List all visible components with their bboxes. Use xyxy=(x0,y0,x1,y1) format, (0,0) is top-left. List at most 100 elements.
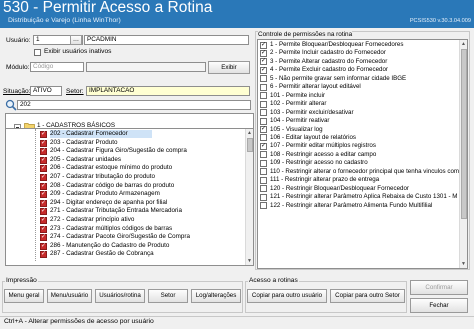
tree-item[interactable]: 209 - Cadastrar Produto Armazenagem xyxy=(6,190,246,198)
users-routine-button[interactable]: Usuários/rotina xyxy=(95,289,145,303)
permission-checkbox[interactable] xyxy=(260,134,267,142)
tree-item[interactable]: 208 - Cadastrar código de barras do prod… xyxy=(6,182,246,190)
permission-label: 4 - Permite Excluir cadastro do Forneced… xyxy=(270,66,388,74)
permission-label: 111 - Restringir alterar prazo de entreg… xyxy=(270,176,380,184)
routine-access-label: Acesso a rotinas xyxy=(248,277,299,284)
permission-checkbox[interactable] xyxy=(260,75,267,83)
scroll-thumb[interactable] xyxy=(247,138,253,152)
scroll-up-icon[interactable]: ▲ xyxy=(246,129,253,137)
tree-item-checkbox[interactable] xyxy=(40,139,47,147)
tree-item-checkbox[interactable] xyxy=(40,130,47,138)
close-button[interactable]: Fechar xyxy=(410,298,468,313)
tree-item-checkbox[interactable] xyxy=(40,147,47,155)
menu-user-button[interactable]: Menu/usuário xyxy=(47,289,92,303)
tree-item[interactable]: 206 - Cadastrar estoque mínimo do produt… xyxy=(6,164,246,173)
permission-checkbox[interactable] xyxy=(260,100,267,108)
permission-label: 104 - Permitir reativar xyxy=(270,117,330,125)
copy-to-sector-button[interactable]: Copiar para outro Setor xyxy=(330,289,405,303)
sector-field[interactable]: IMPLANTACAO xyxy=(86,86,250,96)
sector-button[interactable]: Setor xyxy=(148,289,188,303)
permission-checkbox[interactable] xyxy=(260,193,267,201)
permission-checkbox[interactable] xyxy=(260,41,267,49)
tree-item-label: 202 - Cadastrar Fornecedor xyxy=(50,130,152,139)
window-subtitle: Distribuição e Varejo (Linha WinThor) xyxy=(8,17,121,24)
permissions-list[interactable]: 1 - Permite Bloquear/Desbloquear Fornece… xyxy=(257,39,468,269)
scroll-down-icon[interactable]: ▼ xyxy=(246,257,253,265)
tree-item-checkbox[interactable] xyxy=(40,207,47,216)
sector-label-text: Setor: xyxy=(66,88,84,95)
tree-item-checkbox[interactable] xyxy=(40,233,47,241)
show-inactive-checkbox[interactable] xyxy=(34,49,41,56)
tree-item[interactable]: 294 - Digitar endereço de apanha por fil… xyxy=(6,199,246,207)
tree-item-checkbox[interactable] xyxy=(40,156,47,164)
permission-label: 6 - Permitir alterar layout editável xyxy=(270,83,361,91)
tree-item-checkbox[interactable] xyxy=(40,242,47,250)
tree-item-checkbox[interactable] xyxy=(40,173,47,181)
permission-checkbox[interactable] xyxy=(260,125,267,133)
permission-checkbox[interactable] xyxy=(260,92,267,100)
permission-checkbox[interactable] xyxy=(260,202,267,210)
user-lookup-button[interactable]: … xyxy=(70,35,82,45)
routine-tree[interactable]: 202 - Cadastrar Fornecedor203 - Cadastra… xyxy=(5,128,254,266)
tree-item[interactable]: 273 - Cadastrar múltiplos códigos de bar… xyxy=(6,225,246,233)
tree-item-checkbox[interactable] xyxy=(40,190,47,198)
tree-item[interactable]: 203 - Cadastrar Produto xyxy=(6,139,246,147)
perm-scroll-thumb[interactable] xyxy=(461,49,467,219)
menu-general-button[interactable]: Menu geral xyxy=(4,289,44,303)
situation-label-text: Situação: xyxy=(3,88,31,95)
permission-label: 109 - Restringir acesso no cadastro xyxy=(270,159,368,167)
tree-item-label: 209 - Cadastrar Produto Armazenagem xyxy=(50,190,160,198)
permission-checkbox[interactable] xyxy=(260,159,267,167)
tree-item[interactable]: 287 - Cadastrar Gestão de Cobrança xyxy=(6,250,246,259)
permission-label: 106 - Editar layout de relatórios xyxy=(270,133,356,141)
tree-item-label: 274 - Cadastrar Pacote Giro/Sugestão de … xyxy=(50,233,191,241)
permission-checkbox[interactable] xyxy=(260,109,267,117)
tree-item[interactable]: 207 - Cadastrar tributação do produto xyxy=(6,173,246,181)
module-code-field[interactable]: Código xyxy=(30,62,84,72)
tree-item-checkbox[interactable] xyxy=(40,216,47,224)
situation-field[interactable]: ATIVO xyxy=(30,86,62,96)
tree-item-checkbox[interactable] xyxy=(40,225,47,233)
permission-checkbox[interactable] xyxy=(260,176,267,184)
module-label: Módulo: xyxy=(6,64,30,71)
permission-label: 102 - Permitir alterar xyxy=(270,100,327,108)
perm-scroll-down-icon[interactable]: ▼ xyxy=(460,260,467,268)
permission-checkbox[interactable] xyxy=(260,83,267,91)
ellipsis-icon: … xyxy=(72,36,80,43)
situation-label: Situação: xyxy=(3,88,31,95)
permission-checkbox[interactable] xyxy=(260,66,267,74)
permission-label: 3 - Permite Alterar cadastro do Forneced… xyxy=(270,57,388,65)
tree-item-checkbox[interactable] xyxy=(40,199,47,207)
tree-item-checkbox[interactable] xyxy=(40,164,47,173)
log-changes-button[interactable]: Log/alterações xyxy=(191,289,241,303)
perm-scroll-up-icon[interactable]: ▲ xyxy=(460,40,467,48)
permission-checkbox[interactable] xyxy=(260,117,267,125)
search-input[interactable]: 202 xyxy=(17,100,251,110)
user-name-field: PCADMIN xyxy=(84,35,249,45)
permissions-scrollbar[interactable]: ▲ ▼ xyxy=(459,40,467,268)
permission-checkbox[interactable] xyxy=(260,49,267,57)
permission-label: 103 - Permitir excluir/desativar xyxy=(270,108,354,116)
permission-checkbox[interactable] xyxy=(260,151,267,159)
permission-checkbox[interactable] xyxy=(260,57,267,66)
show-button[interactable]: Exibir xyxy=(208,61,250,74)
permissions-title: Controle de permissões na rotina xyxy=(258,31,353,38)
tree-item[interactable]: 274 - Cadastrar Pacote Giro/Sugestão de … xyxy=(6,233,246,241)
permission-checkbox[interactable] xyxy=(260,142,267,150)
tree-scrollbar[interactable]: ▲ ▼ xyxy=(245,129,253,265)
tree-item-checkbox[interactable] xyxy=(40,250,47,259)
tree-item[interactable]: 204 - Cadastrar Figura Giro/Sugestão de … xyxy=(6,147,246,155)
permission-checkbox[interactable] xyxy=(260,185,267,193)
search-icon[interactable] xyxy=(5,99,17,111)
tree-item[interactable]: 272 - Cadastrar princípio ativo xyxy=(6,216,246,224)
confirm-button[interactable]: Confirmar xyxy=(410,280,468,295)
copy-to-user-button[interactable]: Copiar para outro usuário xyxy=(247,289,327,303)
tree-item-label: 273 - Cadastrar múltiplos códigos de bar… xyxy=(50,224,173,232)
tree-item-checkbox[interactable] xyxy=(40,182,47,190)
permission-checkbox[interactable] xyxy=(260,168,267,176)
tree-item[interactable]: 286 - Manutenção do Cadastro de Produto xyxy=(6,242,246,250)
tree-item[interactable]: 205 - Cadastrar unidades xyxy=(6,156,246,164)
permission-label: 121 - Restringir alterar Parâmetro Aplic… xyxy=(270,193,458,201)
tree-item[interactable]: 202 - Cadastrar Fornecedor xyxy=(6,130,246,139)
tree-item[interactable]: 271 - Cadastrar Tributação Entrada Merca… xyxy=(6,207,246,216)
